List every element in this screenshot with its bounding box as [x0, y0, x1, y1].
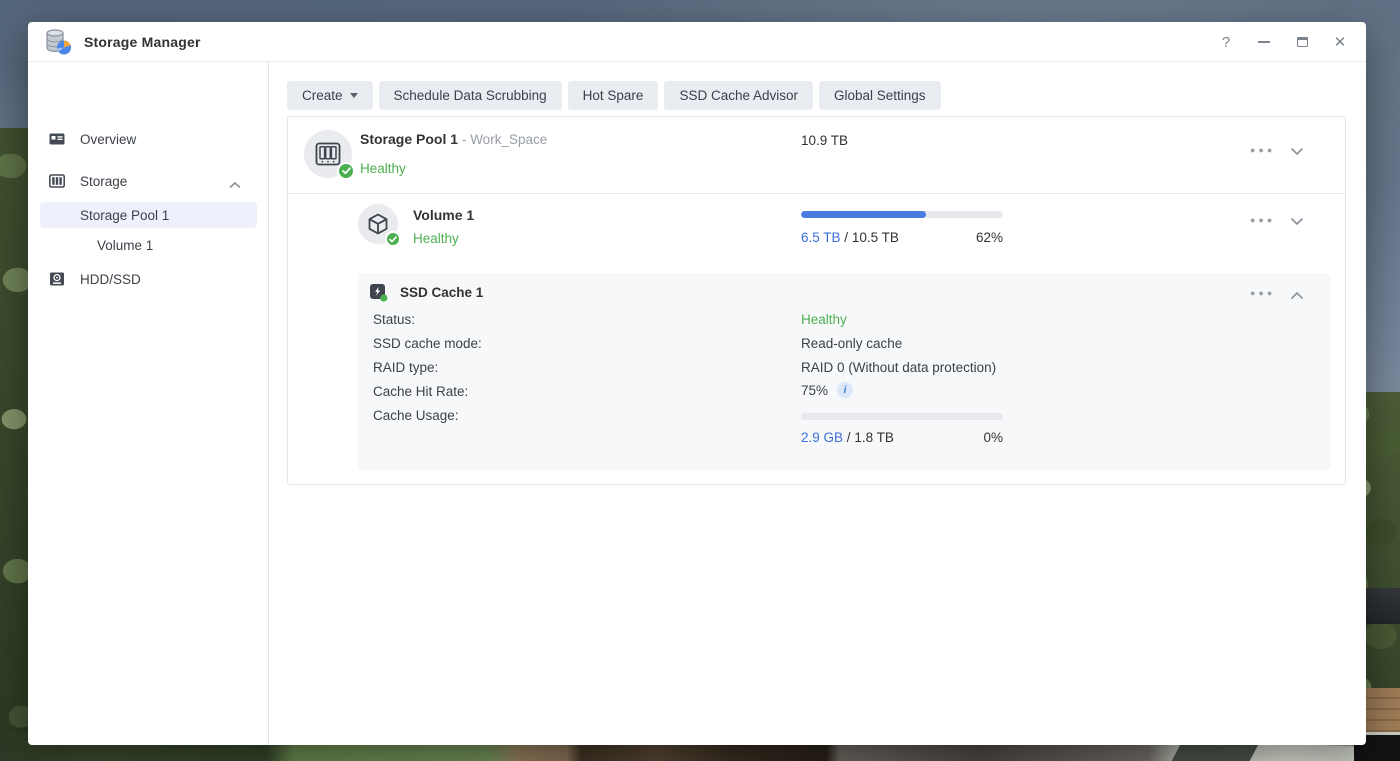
cache-usage-text: 2.9 GB / 1.8 TB	[801, 430, 894, 445]
volume-more-menu[interactable]: ●●●	[1250, 215, 1275, 225]
hdd-ssd-icon	[48, 270, 66, 288]
volume-row[interactable]: Volume 1 Healthy 6.5 TB / 10.5 TB 62% ●●…	[288, 194, 1345, 273]
cache-usage-line: 2.9 GB / 1.8 TB 0%	[801, 430, 1003, 445]
create-button-label: Create	[302, 88, 343, 103]
chevron-up-icon[interactable]	[229, 177, 241, 192]
ssd-raid-value: RAID 0 (Without data protection)	[801, 360, 996, 375]
sidebar-item-overview[interactable]: Overview	[28, 126, 269, 152]
pool-dash: -	[462, 132, 467, 147]
minimize-icon	[1258, 41, 1270, 43]
volume-usage-bar-fill	[801, 211, 926, 218]
close-button[interactable]: ✕	[1332, 34, 1348, 50]
window-body: Overview Storage	[28, 62, 1366, 745]
storage-manager-app-icon	[44, 29, 72, 55]
sidebar-volume-label: Volume 1	[97, 238, 153, 253]
ssd-cache-panel: SSD Cache 1 ●●● Status: Healthy SSD cach…	[358, 273, 1331, 470]
storage-pool-icon	[304, 130, 352, 178]
global-settings-button[interactable]: Global Settings	[819, 81, 941, 110]
sidebar-item-storage[interactable]: Storage	[28, 168, 269, 194]
minimize-button[interactable]	[1256, 34, 1272, 50]
window-controls: ? ✕	[1218, 22, 1348, 62]
ssd-cache-more-menu[interactable]: ●●●	[1250, 288, 1275, 298]
volume-status: Healthy	[413, 231, 459, 246]
sidebar: Overview Storage	[28, 62, 269, 745]
info-icon[interactable]: i	[837, 382, 853, 398]
healthy-check-badge	[385, 231, 401, 247]
sidebar-storage-pool-label: Storage Pool 1	[80, 208, 169, 223]
volume-total: 10.5 TB	[852, 230, 899, 245]
storage-pool-card: Storage Pool 1 - Work_Space Healthy 10.9…	[287, 116, 1346, 485]
ssd-hit-rate-label: Cache Hit Rate:	[373, 384, 468, 399]
ssd-cache-advisor-button[interactable]: SSD Cache Advisor	[664, 81, 813, 110]
volume-used[interactable]: 6.5 TB	[801, 230, 841, 245]
storage-icon	[48, 172, 66, 190]
pool-size: 10.9 TB	[801, 133, 848, 148]
storage-pool-header[interactable]: Storage Pool 1 - Work_Space Healthy 10.9…	[288, 117, 1345, 194]
sidebar-overview-label: Overview	[80, 132, 136, 147]
ssd-usage-label: Cache Usage:	[373, 408, 459, 423]
ssd-cache-chevron-up-icon[interactable]	[1290, 287, 1304, 305]
overview-icon	[48, 130, 66, 148]
ssd-mode-label: SSD cache mode:	[373, 336, 482, 351]
schedule-data-scrubbing-button[interactable]: Schedule Data Scrubbing	[379, 81, 562, 110]
window-title: Storage Manager	[84, 34, 201, 50]
volume-usage-line: 6.5 TB / 10.5 TB 62%	[801, 230, 1003, 245]
cache-usage-bar	[801, 413, 1003, 420]
sidebar-item-storage-pool-1[interactable]: Storage Pool 1	[40, 202, 257, 228]
toolbar: Create Schedule Data Scrubbing Hot Spare…	[287, 81, 941, 110]
cache-used[interactable]: 2.9 GB	[801, 430, 843, 445]
cache-slash: /	[847, 430, 851, 445]
volume-usage-bar	[801, 211, 1003, 218]
create-button[interactable]: Create	[287, 81, 373, 110]
volume-slash: /	[844, 230, 848, 245]
cache-percent: 0%	[983, 430, 1003, 445]
ssd-cache-icon	[369, 283, 389, 303]
pool-status: Healthy	[360, 161, 406, 176]
volume-name: Volume 1	[413, 207, 474, 223]
pool-more-menu[interactable]: ●●●	[1250, 145, 1275, 155]
volume-chevron-down-icon[interactable]	[1290, 213, 1304, 231]
main-panel: Create Schedule Data Scrubbing Hot Spare…	[269, 62, 1366, 745]
cache-total: 1.8 TB	[854, 430, 894, 445]
sidebar-item-hdd-ssd[interactable]: HDD/SSD	[28, 266, 269, 292]
hot-spare-button[interactable]: Hot Spare	[568, 81, 659, 110]
ssd-status-value: Healthy	[801, 312, 847, 327]
ssd-status-label: Status:	[373, 312, 415, 327]
maximize-button[interactable]	[1294, 34, 1310, 50]
sidebar-storage-label: Storage	[80, 174, 127, 189]
volume-icon	[358, 204, 398, 244]
sidebar-hdd-ssd-label: HDD/SSD	[80, 272, 141, 287]
ssd-mode-value: Read-only cache	[801, 336, 902, 351]
titlebar: Storage Manager ? ✕	[28, 22, 1366, 62]
pool-title-line: Storage Pool 1 - Work_Space	[360, 131, 547, 147]
volume-percent: 62%	[976, 230, 1003, 245]
help-button[interactable]: ?	[1218, 34, 1234, 50]
healthy-check-badge	[337, 162, 355, 180]
pool-name: Storage Pool 1	[360, 131, 458, 147]
pool-description: Work_Space	[470, 132, 547, 147]
volume-usage-text: 6.5 TB / 10.5 TB	[801, 230, 899, 245]
ssd-cache-title: SSD Cache 1	[400, 285, 483, 300]
desktop: Storage Manager ? ✕	[0, 0, 1400, 761]
pool-chevron-down-icon[interactable]	[1290, 143, 1304, 161]
storage-manager-window: Storage Manager ? ✕	[28, 22, 1366, 745]
ssd-hit-rate-value-wrap: 75% i	[801, 382, 853, 398]
caret-down-icon	[350, 93, 358, 98]
sidebar-item-volume-1[interactable]: Volume 1	[28, 232, 269, 258]
maximize-icon	[1297, 37, 1308, 47]
ssd-hit-rate-value: 75%	[801, 383, 828, 398]
ssd-raid-label: RAID type:	[373, 360, 438, 375]
